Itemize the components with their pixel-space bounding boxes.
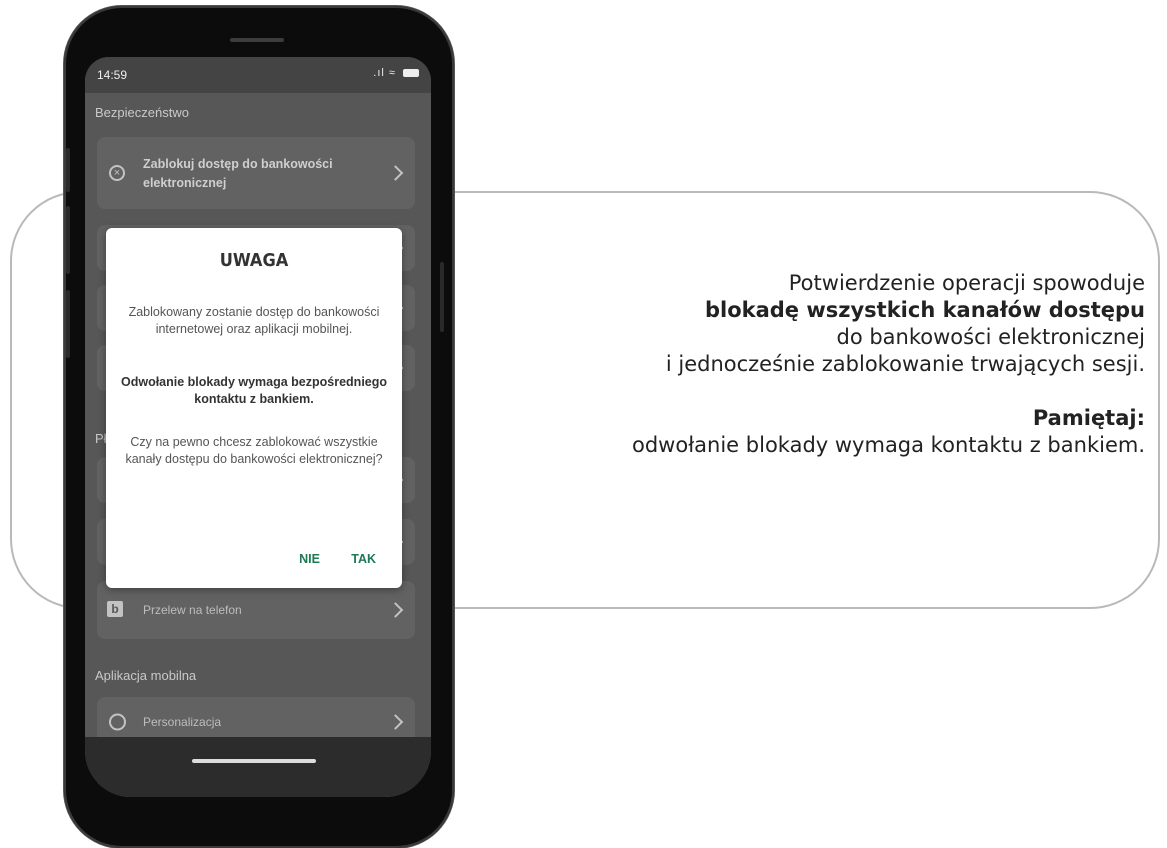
status-bar: 14:59 .ıl ≈ <box>85 57 431 93</box>
signal-icon: .ıl <box>373 67 385 79</box>
power-button <box>440 262 444 332</box>
blik-icon: b <box>107 601 123 617</box>
x-circle-icon: × <box>109 165 125 181</box>
wifi-icon: ≈ <box>388 67 396 79</box>
block-access-card[interactable]: × Zablokuj dostęp do bankowości elektron… <box>97 137 415 209</box>
block-access-label: Zablokuj dostęp do bankowości elektronic… <box>143 157 333 190</box>
chevron-right-icon <box>387 602 404 618</box>
volume-down-button <box>66 206 70 274</box>
callout-line: i jednocześnie zablokowanie trwających s… <box>665 352 1145 376</box>
callout-line-bold: blokadę wszystkich kanałów dostępu <box>704 298 1145 322</box>
no-button[interactable]: NIE <box>299 552 320 566</box>
yes-button[interactable]: TAK <box>351 552 376 566</box>
phone-speaker <box>230 38 284 42</box>
phone-transfer-label: Przelew na telefon <box>143 603 242 617</box>
bixby-button <box>66 290 70 358</box>
callout-text: Potwierdzenie operacji spowoduje blokadę… <box>525 270 1145 459</box>
chevron-right-icon <box>387 165 404 181</box>
user-circle-icon <box>109 713 126 731</box>
callout-line: odwołanie blokady wymaga kontaktu z bank… <box>632 433 1145 457</box>
dialog-title: UWAGA <box>219 250 289 271</box>
dialog-question: Czy na pewno chcesz zablokować wszystkie… <box>125 435 383 466</box>
personalization-label: Personalizacja <box>143 715 222 729</box>
phone-transfer-card[interactable]: b Przelew na telefon <box>97 581 415 639</box>
callout-remember: Pamiętaj: <box>1032 406 1145 430</box>
callout-line: Potwierdzenie operacji spowoduje <box>788 271 1145 295</box>
section-payments: Pł <box>95 431 107 446</box>
volume-up-button <box>66 148 70 192</box>
dialog-warning: Odwołanie blokady wymaga bezpośredniego … <box>120 375 388 406</box>
warning-dialog: UWAGA Zablokowany zostanie dostęp do ban… <box>106 228 402 588</box>
chevron-right-icon <box>387 714 404 730</box>
status-icons: .ıl ≈ <box>373 67 419 79</box>
section-security: Bezpieczeństwo <box>95 105 189 120</box>
callout-line: do bankowości elektronicznej <box>836 325 1145 349</box>
battery-icon <box>403 69 419 78</box>
dialog-message: Zablokowany zostanie dostęp do bankowośc… <box>128 305 380 336</box>
bottom-nav-bar <box>85 737 431 797</box>
status-time: 14:59 <box>97 68 128 82</box>
section-mobile-app: Aplikacja mobilna <box>95 668 197 683</box>
home-indicator[interactable] <box>192 759 316 763</box>
